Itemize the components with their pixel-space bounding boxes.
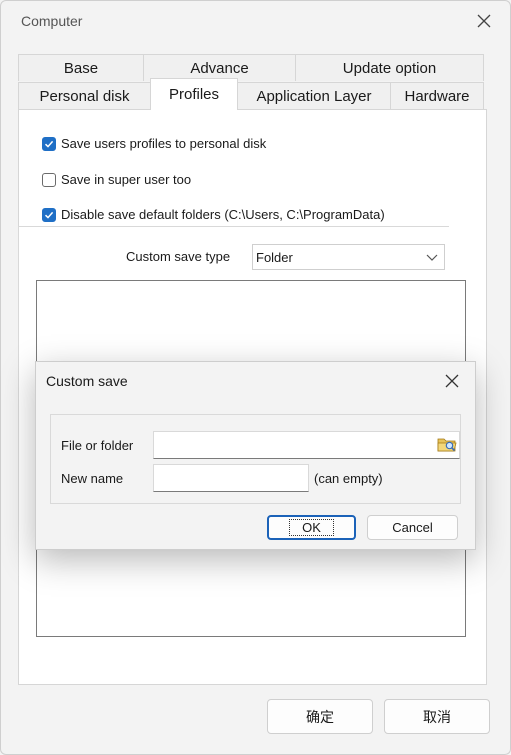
close-icon[interactable]: [443, 372, 461, 390]
checkbox-checked: [42, 207, 56, 222]
new-name-hint: (can empty): [314, 471, 383, 486]
dialog-ok-label: OK: [289, 519, 334, 536]
dialog-ok-button[interactable]: OK: [267, 515, 356, 540]
save-super-user-checkbox[interactable]: Save in super user too: [42, 172, 191, 187]
new-name-label: New name: [61, 471, 124, 486]
tab-base[interactable]: Base: [18, 54, 144, 81]
custom-save-type-value: Folder: [256, 249, 293, 265]
checkmark-icon: [44, 211, 54, 219]
save-profiles-label: Save users profiles to personal disk: [61, 136, 267, 151]
close-icon[interactable]: [474, 11, 494, 31]
tab-application-layer[interactable]: Application Layer: [237, 82, 391, 109]
save-super-user-label: Save in super user too: [61, 172, 192, 187]
cancel-main-button[interactable]: 取消: [384, 699, 490, 734]
checkbox-unchecked: [42, 172, 56, 187]
tab-row-2: Personal disk Profiles Application Layer…: [18, 78, 484, 110]
tab-advance[interactable]: Advance: [143, 54, 296, 81]
tab-update-option[interactable]: Update option: [295, 54, 484, 81]
file-or-folder-label: File or folder: [61, 438, 134, 453]
chevron-down-icon: [426, 254, 438, 261]
file-or-folder-input[interactable]: [153, 431, 460, 459]
tab-profiles[interactable]: Profiles: [150, 78, 238, 110]
custom-save-type-select[interactable]: Folder: [252, 244, 445, 270]
checkbox-checked: [42, 136, 56, 151]
custom-save-dialog: Custom save File or folder New name (can…: [35, 361, 476, 550]
title-bar: Computer: [1, 1, 510, 43]
disable-default-folders-label: Disable save default folders (C:\Users, …: [61, 207, 385, 222]
dialog-title: Custom save: [46, 373, 128, 389]
tab-hardware[interactable]: Hardware: [390, 82, 484, 109]
checkmark-icon: [44, 140, 54, 148]
tab-personal-disk[interactable]: Personal disk: [18, 82, 151, 109]
confirm-button[interactable]: 确定: [267, 699, 373, 734]
folder-browse-icon[interactable]: [436, 434, 458, 454]
dialog-fields-group: File or folder New name (can empty): [50, 414, 461, 504]
disable-default-folders-checkbox[interactable]: Disable save default folders (C:\Users, …: [42, 207, 385, 222]
window-title: Computer: [21, 13, 83, 29]
save-profiles-checkbox[interactable]: Save users profiles to personal disk: [42, 136, 266, 151]
dialog-cancel-button[interactable]: Cancel: [367, 515, 458, 540]
new-name-input[interactable]: [153, 464, 309, 492]
custom-save-type-label: Custom save type: [126, 249, 231, 264]
tab-row-1: Base Advance Update option: [18, 54, 484, 81]
